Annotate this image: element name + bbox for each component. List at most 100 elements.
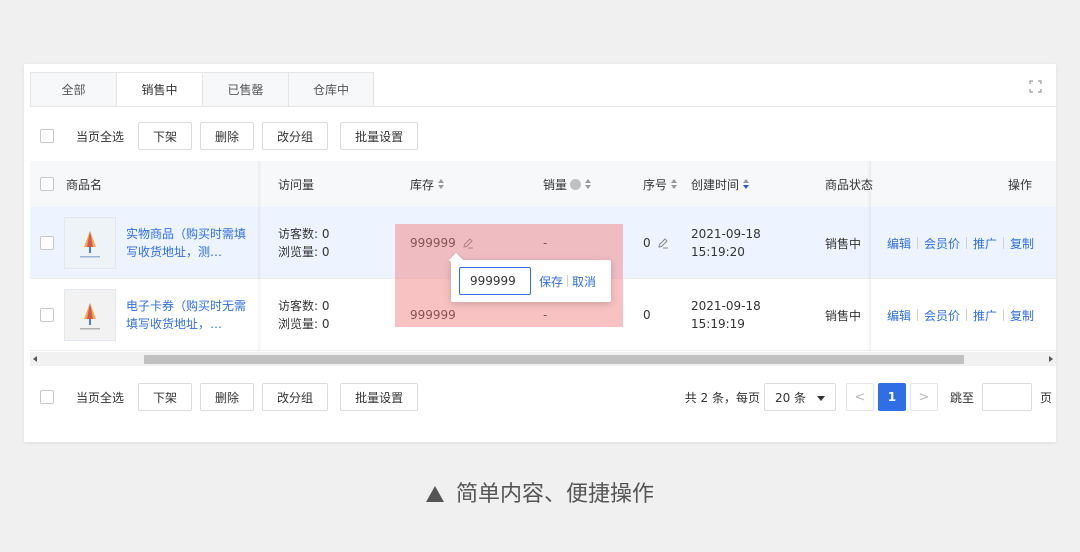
fixed-column-shadow [867,161,871,351]
order-cell: 0 [643,207,669,279]
sort-desc-icon[interactable] [743,179,750,189]
triangle-up-icon [425,486,444,502]
delist-button[interactable]: 下架 [138,383,193,411]
visitor-count: 访客数: 0 [278,299,330,313]
table-header: 商品名 访问量 库存 销量 序号 创建时间 商品状态 操作 [30,161,1056,207]
tab-all[interactable]: 全部 [30,72,116,107]
product-thumbnail-cell [64,279,116,351]
fixed-column-shadow [258,161,262,351]
horizontal-scrollbar[interactable] [30,352,1056,366]
member-price-link[interactable]: 会员价 [924,235,960,252]
batch-settings-button[interactable]: 批量设置 [340,383,419,411]
sort-icon[interactable] [671,179,678,189]
select-all-label: 当页全选 [76,129,125,144]
next-page-button[interactable]: > [909,383,938,411]
stock-edit-input[interactable]: 999999 [459,267,531,295]
order-value: 0 [643,236,651,250]
divider [567,275,569,287]
header-visits: 访问量 [278,177,315,192]
scrollbar-thumb[interactable] [144,355,964,364]
copy-link[interactable]: 复制 [1010,235,1034,252]
pagination: 共 2 条，每页 20 条 < 1 > 跳至 页 [685,383,1056,411]
copy-link[interactable]: 复制 [1010,307,1034,324]
divider [917,237,919,249]
batch-toolbar-top: 当页全选 下架 删除 改分组 批量设置 [40,122,426,150]
product-name-link[interactable]: 实物商品（购买时需填写收货地址，测… [126,225,248,261]
created-cell: 2021-09-18 15:19:20 [691,207,761,279]
batch-toolbar-bottom: 当页全选 下架 删除 改分组 批量设置 [40,383,426,411]
jump-label: 跳至 [949,390,974,405]
change-group-button[interactable]: 改分组 [262,383,329,411]
figure-caption: 简单内容、便捷操作 [0,476,1080,508]
batch-settings-button[interactable]: 批量设置 [340,122,419,150]
change-group-button[interactable]: 改分组 [262,122,329,150]
header-name: 商品名 [40,161,102,207]
sort-icon[interactable] [438,179,445,189]
header-order[interactable]: 序号 [643,161,678,207]
scroll-left-icon[interactable] [33,356,37,362]
visits-cell: 访客数: 0 浏览量: 0 [278,279,330,351]
select-all-checkbox[interactable] [40,129,54,143]
promote-link[interactable]: 推广 [973,307,997,324]
delist-button[interactable]: 下架 [138,122,193,150]
page-size-select[interactable]: 20 条 [763,383,836,411]
divider [966,309,968,321]
edit-pencil-icon[interactable] [657,237,669,249]
member-price-link[interactable]: 会员价 [924,307,960,324]
visitor-count: 访客数: 0 [278,227,330,241]
edit-link[interactable]: 编辑 [887,235,911,252]
product-name-cell: 实物商品（购买时需填写收货地址，测… [126,207,248,279]
tab-on-sale[interactable]: 销售中 [116,72,202,107]
created-time: 15:19:20 [691,245,745,259]
jump-page-input[interactable] [981,383,1032,411]
header-status: 商品状态 [825,177,874,192]
created-date: 2021-09-18 [691,299,761,313]
divider [966,237,968,249]
header-actions: 操作 [1008,177,1033,192]
header-checkbox[interactable] [40,177,54,191]
promote-link[interactable]: 推广 [973,235,997,252]
product-thumbnail[interactable] [64,217,116,269]
save-link[interactable]: 保存 [539,273,563,290]
row-checkbox[interactable] [40,236,54,250]
order-cell: 0 [643,308,651,322]
tabs-divider [30,106,1056,107]
actions-cell: 编辑 会员价 推广 复制 [887,207,1034,279]
divider [1003,309,1005,321]
header-sales[interactable]: 销量 [543,161,592,207]
tab-warehouse[interactable]: 仓库中 [288,72,374,107]
delete-button[interactable]: 删除 [200,383,255,411]
tab-sold-out[interactable]: 已售罄 [202,72,288,107]
caret-down-icon [816,396,825,401]
product-thumbnail[interactable] [64,289,116,341]
created-date: 2021-09-18 [691,227,761,241]
product-logo-icon [80,303,100,330]
status-cell: 销售中 [825,236,862,251]
fullscreen-icon[interactable] [1029,80,1042,93]
row-checkbox-cell [40,207,54,279]
product-thumbnail-cell [64,207,116,279]
cancel-link[interactable]: 取消 [572,273,596,290]
row-checkbox-cell [40,279,54,351]
total-count: 共 2 条，每页 [684,390,760,405]
divider [1003,237,1005,249]
select-all-checkbox[interactable] [40,390,54,404]
view-count: 浏览量: 0 [278,245,330,259]
product-name-link[interactable]: 电子卡券（购买时无需填写收货地址，… [126,297,248,333]
status-tabs: 全部 销售中 已售罄 仓库中 [30,72,374,107]
header-created[interactable]: 创建时间 [691,161,750,207]
select-all-label: 当页全选 [76,390,125,405]
created-time: 15:19:19 [691,317,745,331]
page-1-button[interactable]: 1 [877,383,906,411]
sort-icon[interactable] [585,179,592,189]
edit-link[interactable]: 编辑 [887,307,911,324]
actions-cell: 编辑 会员价 推广 复制 [887,279,1034,351]
help-icon[interactable] [570,178,582,190]
product-table-card: 全部 销售中 已售罄 仓库中 当页全选 下架 删除 改分组 批量设置 商品名 访… [24,64,1056,442]
scroll-right-icon[interactable] [1049,356,1053,362]
prev-page-button[interactable]: < [845,383,874,411]
row-checkbox[interactable] [40,308,54,322]
visits-cell: 访客数: 0 浏览量: 0 [278,207,330,279]
delete-button[interactable]: 删除 [200,122,255,150]
header-stock[interactable]: 库存 [410,161,445,207]
